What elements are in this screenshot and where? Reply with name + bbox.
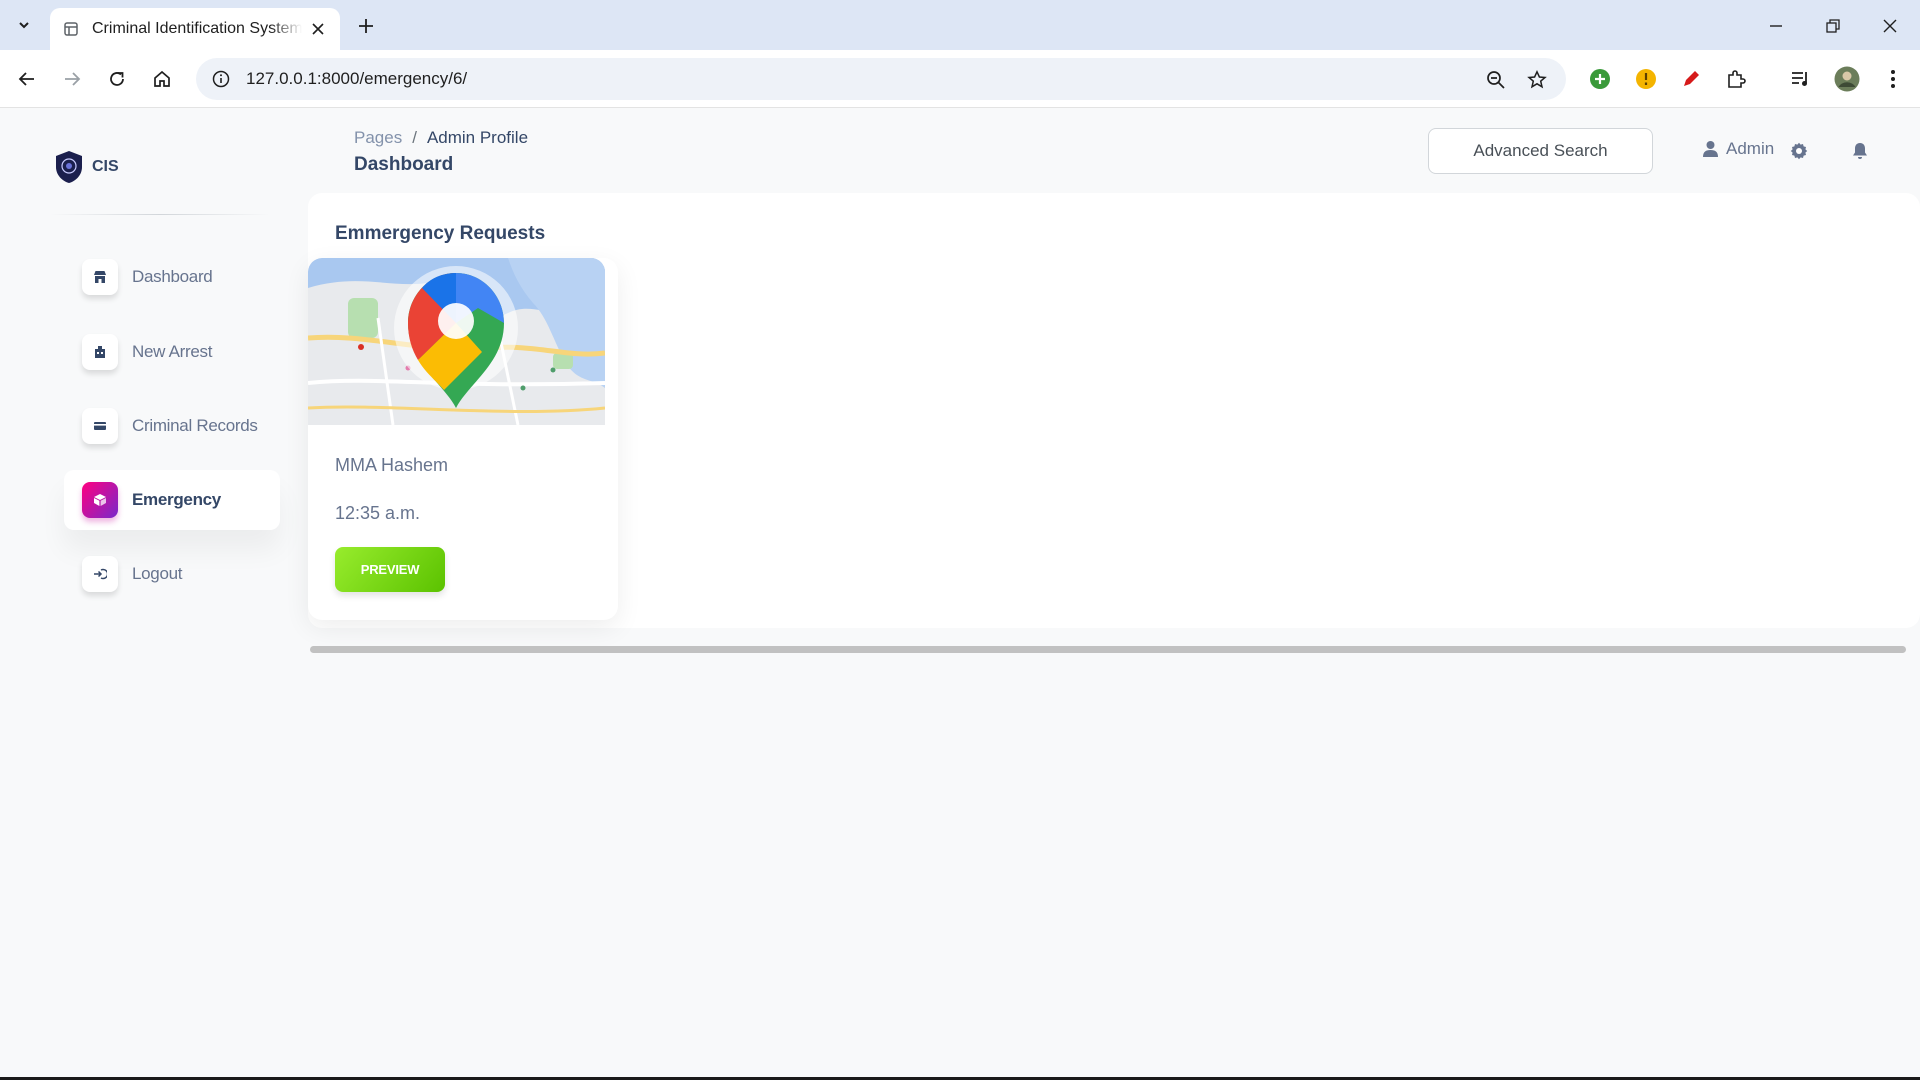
new-tab-button[interactable] [352, 12, 380, 40]
scrollbar-thumb[interactable] [310, 646, 1906, 653]
request-name: MMA Hashem [335, 455, 449, 475]
restore-button[interactable] [1819, 12, 1847, 40]
close-window-button[interactable] [1876, 12, 1904, 40]
emergency-requests-panel: Emmergency Requests MMA Hashem 12:35 a.m… [308, 193, 1920, 628]
breadcrumb: Pages / Admin Profile [354, 128, 528, 148]
close-tab-icon[interactable] [308, 19, 328, 39]
site-info-icon[interactable] [210, 68, 232, 90]
home-icon [154, 70, 170, 87]
minimize-icon [1770, 25, 1782, 27]
bell-icon[interactable] [1849, 140, 1871, 162]
restore-icon [1826, 19, 1840, 33]
building-icon [82, 334, 118, 370]
back-button[interactable] [12, 64, 42, 94]
page-favicon-icon [62, 20, 80, 38]
logout-icon [82, 556, 118, 592]
user-icon [1703, 141, 1718, 157]
sidebar-item-label: Logout [132, 564, 183, 583]
police-badge-logo [56, 151, 82, 183]
arrow-right-icon [65, 72, 81, 86]
forward-button[interactable] [57, 64, 87, 94]
arrow-left-icon [18, 72, 34, 86]
preview-button[interactable]: PREVIEW [335, 547, 445, 592]
browser-tab-active[interactable]: Criminal Identification System - CIS [50, 8, 340, 50]
browser-tabstrip: Criminal Identification System - CIS [0, 0, 1920, 50]
sidebar-item-label: Emergency [132, 490, 221, 509]
browser-menu-icon[interactable] [1879, 65, 1907, 93]
emergency-request-card: MMA Hashem 12:35 a.m. PREVIEW [308, 258, 618, 620]
chevron-down-icon [19, 22, 29, 29]
gear-icon[interactable] [1788, 140, 1810, 162]
sidebar-item-new-arrest[interactable]: New Arrest [64, 322, 280, 382]
bookmark-star-icon[interactable] [1525, 68, 1549, 92]
browser-toolbar: 127.0.0.1:8000/emergency/6/ [0, 50, 1920, 108]
tab-search-button[interactable] [8, 10, 40, 40]
section-title: Emmergency Requests [335, 223, 546, 244]
shop-icon [82, 259, 118, 295]
sidebar-item-label: New Arrest [132, 342, 213, 361]
close-icon [1883, 19, 1897, 33]
request-time: 12:35 a.m. [335, 503, 421, 523]
horizontal-scrollbar[interactable] [308, 643, 1908, 653]
sidebar-item-emergency[interactable]: Emergency [64, 470, 280, 530]
media-controls-icon[interactable] [1787, 65, 1815, 93]
sidebar-divider [50, 214, 270, 215]
box-icon [82, 482, 118, 518]
url-text: 127.0.0.1:8000/emergency/6/ [246, 69, 468, 88]
address-bar[interactable]: 127.0.0.1:8000/emergency/6/ [196, 58, 1566, 100]
breadcrumb-current: Admin Profile [426, 128, 529, 147]
page-title: Dashboard [354, 154, 454, 175]
admin-user-link[interactable]: Admin [1702, 139, 1774, 159]
sidebar-item-dashboard[interactable]: Dashboard [64, 247, 280, 307]
sidebar-item-criminal-records[interactable]: Criminal Records [64, 396, 280, 456]
profile-avatar-icon[interactable] [1833, 65, 1861, 93]
advanced-search-button[interactable]: Advanced Search [1428, 128, 1653, 174]
extension-green-plus-icon[interactable] [1586, 65, 1614, 93]
brand-link[interactable]: CIS [54, 150, 119, 184]
home-button[interactable] [147, 64, 177, 94]
extensions-puzzle-icon[interactable] [1722, 65, 1750, 93]
sidebar-item-label: Criminal Records [132, 416, 258, 435]
breadcrumb-separator: / [412, 128, 417, 147]
brand-name: CIS [92, 158, 119, 175]
credit-card-icon [82, 408, 118, 444]
extension-pen-icon[interactable] [1677, 65, 1705, 93]
minimize-button[interactable] [1762, 12, 1790, 40]
zoom-icon[interactable] [1484, 68, 1508, 92]
tab-title: Criminal Identification System - CIS [92, 20, 302, 37]
reload-icon [110, 72, 124, 86]
sidebar-item-label: Dashboard [132, 267, 213, 286]
admin-label: Admin [1726, 139, 1775, 158]
map-location-image[interactable] [308, 258, 605, 425]
extension-yellow-icon[interactable] [1632, 65, 1660, 93]
reload-button[interactable] [102, 64, 132, 94]
plus-icon [359, 19, 373, 33]
sidebar-item-logout[interactable]: Logout [64, 544, 280, 604]
breadcrumb-pages-link[interactable]: Pages [354, 128, 402, 148]
